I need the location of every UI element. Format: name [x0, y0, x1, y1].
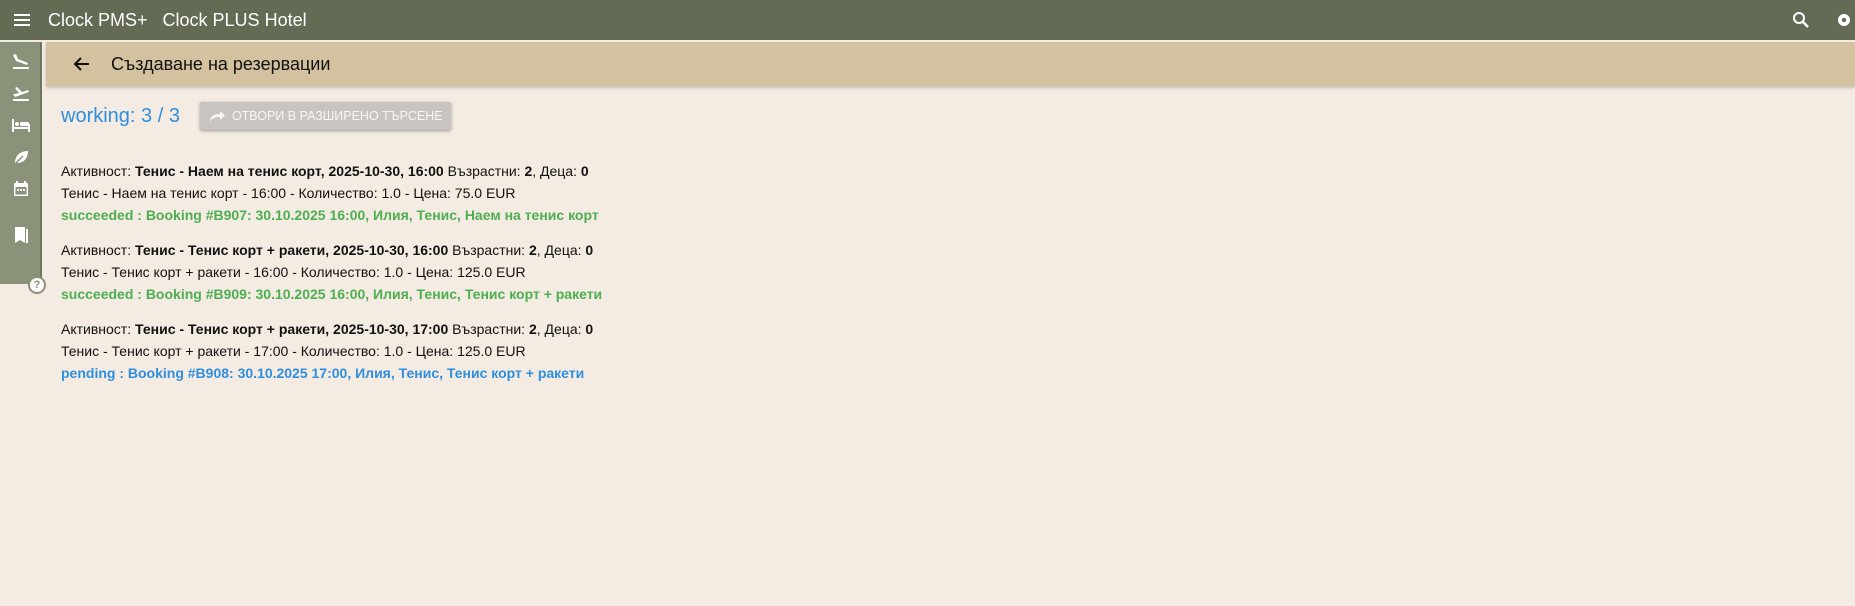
- adults-label: Възрастни:: [452, 321, 526, 337]
- list-item: Активност: Тенис - Наем на тенис корт, 2…: [61, 160, 961, 226]
- adults-value: 2: [528, 242, 537, 258]
- activity-line: Активност: Тенис - Тенис корт + ракети, …: [61, 242, 594, 258]
- leaf-icon[interactable]: [0, 142, 42, 172]
- activity-label: Активност:: [61, 321, 132, 337]
- bed-icon[interactable]: [0, 110, 42, 140]
- back-arrow-icon[interactable]: [62, 44, 102, 84]
- activity-value: Тенис - Тенис корт + ракети, 2025-10-30,…: [135, 321, 449, 337]
- activity-value: Тенис - Тенис корт + ракети, 2025-10-30,…: [135, 242, 449, 258]
- result-line: succeeded : Booking #B909: 30.10.2025 16…: [61, 286, 603, 302]
- adults-label: Възрастни:: [452, 242, 526, 258]
- activity-line: Активност: Тенис - Наем на тенис корт, 2…: [61, 163, 589, 179]
- children-value: 0: [580, 163, 589, 179]
- children-value: 0: [585, 242, 594, 258]
- flight-takeoff-icon[interactable]: [0, 78, 42, 108]
- detail-line: Тенис - Наем на тенис корт - 16:00 - Кол…: [61, 185, 516, 201]
- page-title: Създаване на резервации: [111, 53, 331, 74]
- left-rail: [0, 42, 42, 284]
- detail-line: Тенис - Тенис корт + ракети - 17:00 - Ко…: [61, 343, 526, 359]
- open-advanced-search-button[interactable]: ОТВОРИ В РАЗШИРЕНО ТЪРСЕНЕ: [199, 102, 451, 130]
- reservation-entries: Активност: Тенис - Наем на тенис корт, 2…: [61, 160, 961, 397]
- flight-land-icon[interactable]: [0, 46, 42, 76]
- book-icon[interactable]: [0, 220, 42, 250]
- children-label: Деца:: [544, 242, 582, 258]
- advanced-search-label: ОТВОРИ В РАЗШИРЕНО ТЪРСЕНЕ: [231, 109, 443, 123]
- result-line: pending : Booking #B908: 30.10.2025 17:0…: [61, 365, 585, 381]
- list-item: Активност: Тенис - Тенис корт + ракети, …: [61, 318, 961, 384]
- adults-value: 2: [528, 321, 537, 337]
- activity-value: Тенис - Наем на тенис корт, 2025-10-30, …: [135, 163, 444, 179]
- activity-line: Активност: Тенис - Тенис корт + ракети, …: [61, 321, 594, 337]
- page-header: Създаване на резервации: [46, 42, 1855, 86]
- search-icon[interactable]: [1781, 0, 1821, 40]
- status-row: working: 3 / 3 ОТВОРИ В РАЗШИРЕНО ТЪРСЕН…: [61, 102, 451, 130]
- hotel-name[interactable]: Clock PLUS Hotel: [163, 10, 307, 31]
- share-arrow-icon: [208, 109, 226, 123]
- adults-label: Възрастни:: [447, 163, 521, 179]
- children-label: Деца:: [540, 163, 577, 179]
- settings-icon[interactable]: [1833, 0, 1855, 40]
- children-value: 0: [585, 321, 594, 337]
- top-actions: [1781, 0, 1855, 40]
- result-line: succeeded : Booking #B907: 30.10.2025 16…: [61, 207, 599, 223]
- list-item: Активност: Тенис - Тенис корт + ракети, …: [61, 239, 961, 305]
- working-progress: working: 3 / 3: [61, 104, 180, 127]
- top-app-bar: Clock PMS+ Clock PLUS Hotel: [0, 0, 1855, 40]
- menu-icon[interactable]: [0, 0, 44, 40]
- activity-label: Активност:: [61, 163, 132, 179]
- children-label: Деца:: [544, 321, 582, 337]
- help-button[interactable]: ?: [28, 276, 46, 294]
- detail-line: Тенис - Тенис корт + ракети - 16:00 - Ко…: [61, 264, 526, 280]
- adults-value: 2: [524, 163, 533, 179]
- app-name: Clock PMS+: [48, 9, 148, 30]
- calendar-icon[interactable]: [0, 174, 42, 204]
- activity-label: Активност:: [61, 242, 132, 258]
